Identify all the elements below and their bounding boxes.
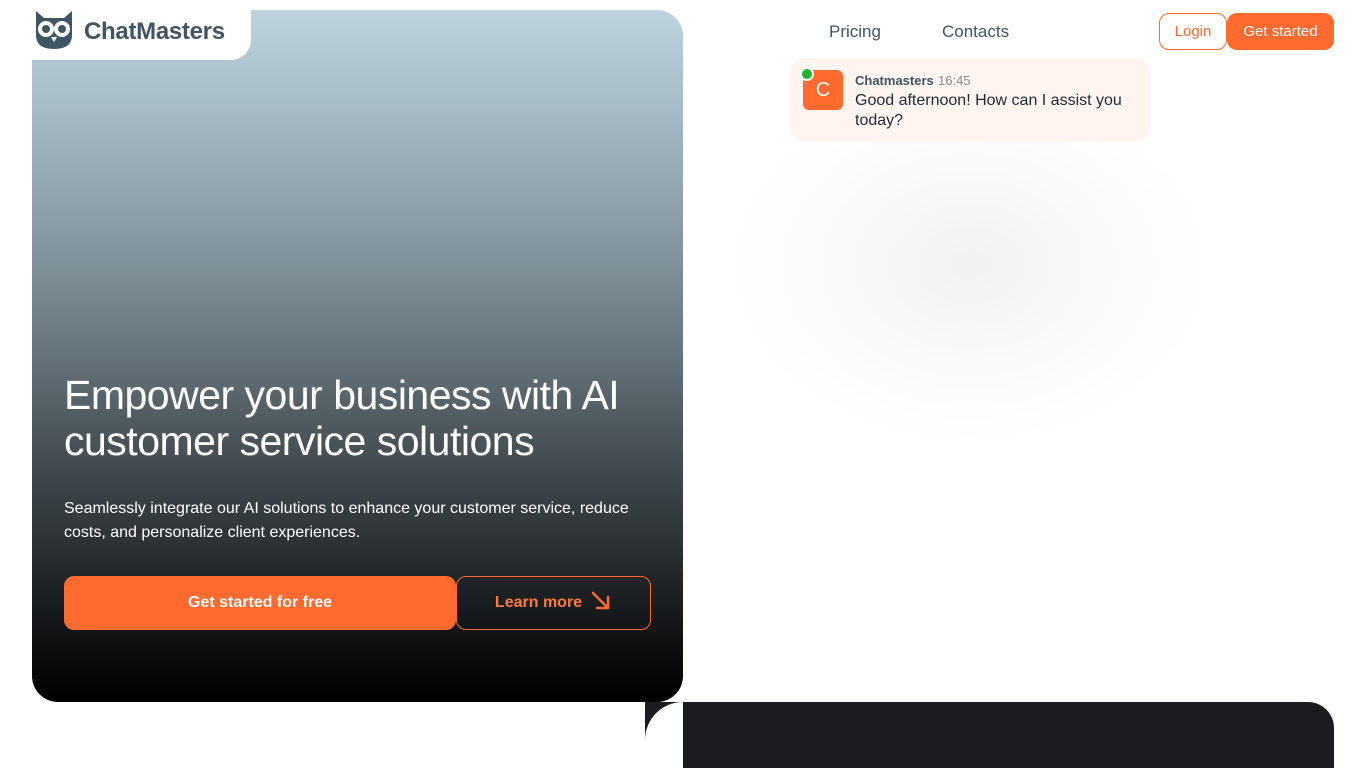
brand-logo[interactable]: ChatMasters (32, 10, 225, 54)
online-status-indicator (800, 67, 814, 81)
hero-subtitle: Seamlessly integrate our AI solutions to… (64, 500, 629, 541)
chat-glow (735, 90, 1205, 440)
brand-name: ChatMasters (84, 18, 225, 45)
dark-section (683, 702, 1334, 768)
nav-pricing-link[interactable]: Pricing (829, 22, 881, 42)
arrow-down-right-icon (590, 590, 612, 617)
hero-title: Empower your business with AI customer s… (64, 372, 620, 464)
learn-more-label: Learn more (494, 594, 583, 611)
nav-contacts-link[interactable]: Contacts (942, 22, 1009, 42)
get-started-button[interactable]: Get started (1227, 13, 1334, 50)
get-started-free-label: Get started for free (187, 594, 333, 611)
get-started-free-button[interactable]: Get started for free (64, 576, 456, 630)
owl-icon (32, 9, 76, 56)
login-button[interactable]: Login (1159, 13, 1227, 50)
chat-message-text: Good afternoon! How can I assist you tod… (855, 92, 1122, 129)
chat-sender-name: Chatmasters (855, 73, 934, 88)
chat-timestamp: 16:45 (938, 73, 971, 88)
learn-more-button[interactable]: Learn more (456, 576, 651, 630)
